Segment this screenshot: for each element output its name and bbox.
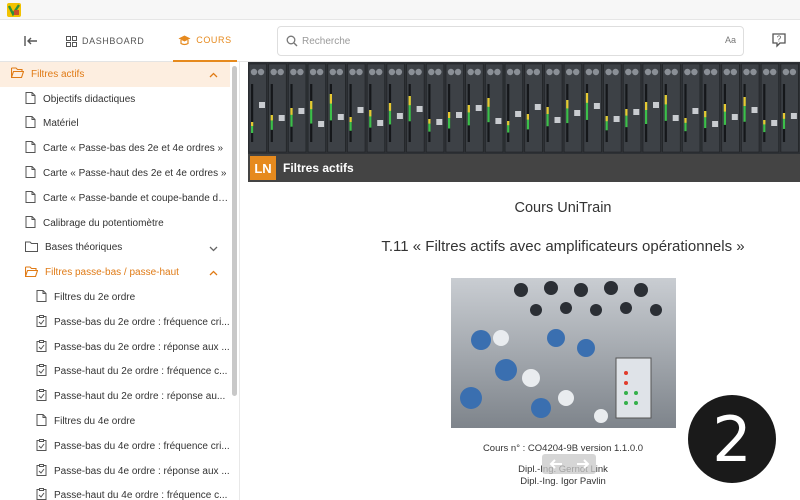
sidebar-item[interactable]: Passe-haut du 4e ordre : fréquence c... [0, 484, 230, 500]
task-clipboard-icon [36, 488, 47, 500]
sidebar-item-label: Carte « Passe-bande et coupe-bande du... [43, 192, 230, 204]
help-icon[interactable]: ? [771, 32, 787, 48]
sidebar-item-label: Objectifs didactiques [43, 93, 136, 105]
sidebar-item-label: Passe-haut du 2e ordre : fréquence c... [54, 366, 228, 378]
sidebar-item-label: Filtres du 4e ordre [54, 416, 136, 428]
sidebar-item-label: Calibrage du potentiomètre [43, 217, 164, 229]
page-icon [36, 290, 47, 305]
folder-icon [25, 241, 38, 255]
sidebar-item-label: Passe-bas du 2e ordre : réponse aux ... [54, 341, 230, 353]
page-icon [25, 141, 36, 156]
page-icon [25, 190, 36, 206]
collapse-sidebar-icon[interactable] [22, 32, 40, 50]
sidebar-item[interactable]: Objectifs didactiques [0, 87, 230, 112]
sidebar-item-label: Matériel [43, 118, 79, 130]
sidebar-item-label: Filtres passe-bas / passe-haut [45, 267, 179, 279]
tab-dashboard[interactable]: DASHBOARD [66, 20, 144, 62]
search-box: Aa [277, 26, 744, 56]
sidebar-item[interactable]: Filtres du 2e ordre [0, 285, 230, 310]
mixer-channel-banner-image [248, 62, 800, 154]
next-page-arrow-icon[interactable] [576, 458, 590, 470]
folder-open-icon [10, 67, 25, 81]
task-clipboard-icon [36, 314, 47, 330]
sidebar-item-label: Passe-bas du 4e ordre : fréquence cri... [54, 440, 230, 452]
sidebar-item-label: Carte « Passe-haut des 2e et 4e ordres » [43, 168, 227, 180]
sidebar-item[interactable]: Matériel [0, 112, 230, 137]
sidebar-item[interactable]: Filtres actifs [0, 62, 230, 87]
task-clipboard-icon [36, 364, 47, 379]
page-number-badge: 2 [688, 395, 776, 483]
course-heading: Cours UniTrain [514, 200, 612, 216]
previous-page-arrow-icon[interactable] [549, 458, 563, 470]
chevron-up-icon[interactable] [209, 70, 218, 81]
svg-text:?: ? [777, 35, 782, 44]
sidebar-item[interactable]: Passe-bas du 4e ordre : fréquence cri... [0, 434, 230, 459]
sidebar-item[interactable]: Carte « Passe-bas des 2e et 4e ordres » [0, 136, 230, 161]
sidebar-item[interactable]: Passe-bas du 2e ordre : fréquence cri... [0, 310, 230, 335]
task-clipboard-icon [36, 389, 47, 404]
tab-dashboard-label: DASHBOARD [82, 36, 145, 46]
sidebar-item-label: Passe-haut du 4e ordre : fréquence c... [54, 490, 228, 500]
lucas-nuelle-logo: LN [250, 156, 276, 180]
app-header: DASHBOARD COURS Aa ? [0, 20, 800, 62]
app-logo-icon [7, 3, 21, 17]
tab-cours-label: COURS [196, 35, 232, 45]
course-title: T.11 « Filtres actifs avec amplificateur… [381, 238, 745, 255]
graduation-cap-icon [178, 35, 191, 45]
sidebar-item-label: Bases théoriques [45, 242, 123, 254]
page-navigation [542, 454, 596, 474]
sidebar-item-label: Filtres actifs [31, 68, 85, 80]
page-icon [25, 116, 36, 131]
sidebar-item[interactable]: Filtres du 4e ordre [0, 409, 230, 434]
chevron-up-icon[interactable] [209, 268, 218, 279]
svg-text:LN: LN [254, 161, 271, 176]
sidebar-item[interactable]: Passe-bas du 2e ordre : réponse aux ... [0, 335, 230, 360]
sidebar-item[interactable]: Filtres passe-bas / passe-haut [0, 260, 230, 285]
task-clipboard-icon [36, 438, 47, 454]
course-tree: Filtres actifs Objectifs didactiques Matér… [0, 62, 239, 500]
sidebar-item-label: Passe-bas du 2e ordre : fréquence cri... [54, 316, 230, 328]
match-case-toggle[interactable]: Aa [725, 35, 736, 45]
course-navigation-sidebar: Filtres actifs Objectifs didactiques Matér… [0, 62, 240, 500]
mixer-console-photo [451, 278, 676, 428]
sidebar-item-label: Passe-haut du 2e ordre : réponse au... [54, 391, 226, 403]
task-clipboard-icon [36, 339, 47, 355]
chapter-bar: LN Filtres actifs [248, 154, 800, 182]
page-icon [25, 91, 36, 107]
sidebar-item[interactable]: Bases théoriques [0, 236, 230, 261]
page-icon [25, 166, 36, 181]
sidebar-item-label: Carte « Passe-bas des 2e et 4e ordres » [43, 143, 224, 155]
chevron-down-icon[interactable] [209, 244, 218, 255]
chapter-title: Filtres actifs [283, 161, 354, 175]
sidebar-item[interactable]: Carte « Passe-haut des 2e et 4e ordres » [0, 161, 230, 186]
sidebar-item[interactable]: Carte « Passe-bande et coupe-bande du... [0, 186, 230, 211]
page-icon [25, 215, 36, 231]
task-clipboard-icon [36, 463, 47, 479]
sidebar-item[interactable]: Calibrage du potentiomètre [0, 211, 230, 236]
sidebar-item-label: Passe-bas du 4e ordre : réponse aux ... [54, 465, 230, 477]
search-input[interactable] [302, 31, 682, 51]
sidebar-item-label: Filtres du 2e ordre [54, 292, 136, 304]
sidebar-item[interactable]: Passe-bas du 4e ordre : réponse aux ... [0, 459, 230, 484]
page-icon [36, 414, 47, 429]
dashboard-grid-icon [66, 35, 77, 47]
title-strip [0, 0, 800, 20]
tab-cours[interactable]: COURS [173, 20, 237, 62]
sidebar-scrollbar[interactable] [232, 66, 237, 396]
sidebar-item[interactable]: Passe-haut du 2e ordre : réponse au... [0, 384, 230, 409]
search-icon [286, 35, 298, 47]
folder-open-icon [24, 266, 39, 280]
sidebar-item[interactable]: Passe-haut du 2e ordre : fréquence c... [0, 360, 230, 385]
